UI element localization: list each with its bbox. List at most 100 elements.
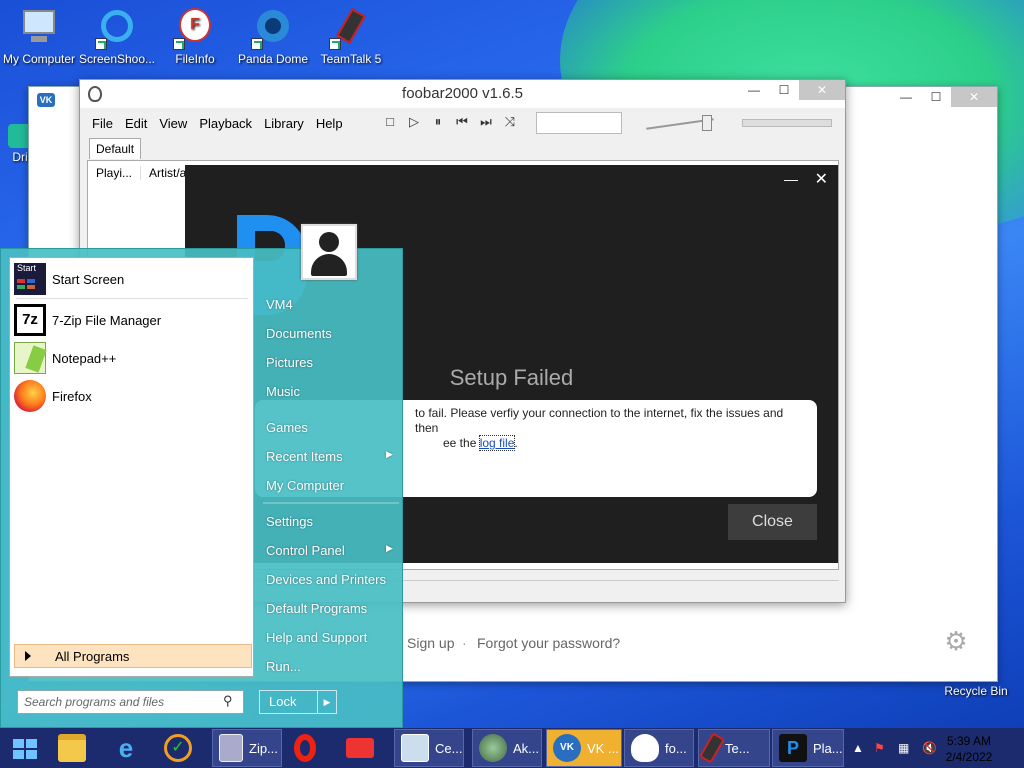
volume-thumb[interactable] — [702, 115, 712, 131]
search-input[interactable]: Search programs and files ⚲ — [17, 690, 244, 714]
taskbar-player[interactable]: P Pla... — [772, 729, 844, 767]
menu-view[interactable]: View — [153, 116, 193, 131]
start-item-7zip[interactable]: 7z 7-Zip File Manager — [14, 303, 250, 337]
start-link-default-programs[interactable]: Default Programs — [266, 601, 367, 616]
separator-dot: · — [462, 635, 467, 651]
user-avatar[interactable] — [301, 224, 357, 280]
random-icon[interactable]: ⤨ — [500, 112, 520, 132]
start-item-label: 7-Zip File Manager — [52, 312, 162, 328]
taskbar-teamtalk[interactable]: Te... — [698, 729, 770, 767]
walkie-talkie-icon — [329, 6, 373, 50]
desktop-icon-teamtalk[interactable]: TeamTalk 5 — [312, 0, 390, 66]
start-link-control-panel[interactable]: Control Panel ▶ — [266, 543, 396, 558]
taskbar: e ✓ Zip... Ce... Ak... VK VK ... fo... T… — [0, 728, 1024, 768]
taskbar-ie[interactable]: e — [106, 729, 156, 767]
start-item-firefox[interactable]: Firefox — [14, 379, 250, 413]
gear-icon[interactable]: ⚙ — [942, 627, 970, 655]
desktop-icon-my-computer[interactable]: My Computer — [0, 0, 78, 66]
player-logo-icon: P — [779, 734, 807, 762]
start-item-label: Start Screen — [52, 271, 125, 287]
taskbar-explorer[interactable] — [52, 729, 102, 767]
start-item-label: Firefox — [52, 388, 92, 404]
seekbar[interactable] — [742, 119, 832, 127]
play-icon[interactable]: ▷ — [404, 112, 424, 132]
clock[interactable]: 5:39 AM 2/4/2022 — [934, 733, 1004, 765]
ie-icon: e — [118, 733, 134, 763]
taskbar-mail[interactable] — [340, 729, 390, 767]
start-link-music[interactable]: Music — [266, 384, 300, 399]
chevron-right-icon: ▶ — [386, 543, 393, 553]
maximize-button[interactable]: ☐ — [769, 80, 799, 100]
certificate-icon — [401, 734, 429, 762]
notepadpp-icon — [14, 342, 47, 374]
forgot-password-link[interactable]: Forgot your password? — [477, 635, 620, 651]
start-item-start-screen[interactable]: Start Start Screen — [14, 262, 250, 296]
taskbar-foobar[interactable]: fo... — [624, 729, 694, 767]
start-link-settings[interactable]: Settings — [266, 514, 313, 529]
triangle-right-icon — [25, 651, 31, 661]
all-programs-button[interactable]: All Programs — [14, 644, 252, 668]
start-item-notepadpp[interactable]: Notepad++ — [14, 341, 250, 375]
taskbar-certificate[interactable]: Ce... — [394, 729, 464, 767]
minimize-button[interactable]: — — [739, 80, 769, 100]
start-link-recent-items[interactable]: Recent Items ▶ — [266, 449, 396, 464]
taskbar-opera[interactable] — [288, 729, 338, 767]
start-link-devices-printers[interactable]: Devices and Printers — [266, 572, 386, 587]
maximize-button[interactable]: ☐ — [921, 87, 951, 107]
taskbar-checker[interactable]: ✓ — [158, 729, 208, 767]
close-icon[interactable]: ✕ — [815, 169, 828, 189]
lock-button[interactable]: Lock ▶ — [259, 690, 337, 714]
volume-slider[interactable] — [646, 114, 716, 132]
desktop-icon-screenshooter[interactable]: ScreenShoo... — [78, 0, 156, 66]
minimize-button[interactable]: — — [891, 87, 921, 107]
start-link-help-support[interactable]: Help and Support — [266, 630, 367, 645]
desktop-icon-fileinfo[interactable]: F FileInfo — [156, 0, 234, 66]
message-line-2: ee the — [443, 436, 480, 450]
seek-field[interactable] — [536, 112, 622, 134]
network-icon[interactable]: ▦ — [898, 741, 909, 755]
minimize-button[interactable]: — — [784, 171, 798, 187]
menu-library[interactable]: Library — [258, 116, 310, 131]
mail-icon — [346, 738, 374, 758]
close-button[interactable]: ✕ — [799, 80, 845, 100]
clock-time: 5:39 AM — [946, 734, 992, 748]
fileinfo-icon: F — [173, 6, 217, 50]
close-button[interactable]: Close — [728, 504, 817, 540]
opera-icon — [294, 734, 316, 762]
desktop-icon-panda-dome[interactable]: Panda Dome — [234, 0, 312, 66]
column-playing[interactable]: Playi... — [88, 166, 142, 180]
zip-icon — [219, 734, 243, 762]
signup-link[interactable]: Sign up — [407, 635, 454, 651]
start-button[interactable] — [0, 728, 50, 768]
menu-playback[interactable]: Playback — [193, 116, 258, 131]
taskbar-zip[interactable]: Zip... — [212, 729, 282, 767]
firefox-icon — [14, 380, 46, 412]
start-link-games[interactable]: Games — [266, 420, 308, 435]
vk-logo-icon: VK — [37, 93, 55, 107]
start-link-vm4[interactable]: VM4 — [266, 297, 293, 312]
log-file-link[interactable]: log file — [478, 435, 516, 451]
search-icon[interactable]: ⚲ — [223, 694, 237, 708]
start-link-run[interactable]: Run... — [266, 659, 301, 674]
close-button[interactable]: ✕ — [951, 87, 997, 107]
foobar-alien-icon — [88, 86, 102, 102]
next-icon[interactable]: ⏭ — [476, 112, 496, 132]
taskbar-ak[interactable]: Ak... — [472, 729, 542, 767]
flag-icon[interactable]: ⚑ — [874, 741, 885, 755]
taskbar-vk[interactable]: VK VK ... — [546, 729, 622, 767]
chevron-right-icon[interactable]: ▶ — [318, 697, 336, 708]
stop-icon[interactable]: □ — [380, 112, 400, 132]
menu-help[interactable]: Help — [310, 116, 349, 131]
pause-icon[interactable]: ⏸ — [428, 112, 448, 132]
previous-icon[interactable]: ⏮ — [452, 112, 472, 132]
menu-edit[interactable]: Edit — [119, 116, 153, 131]
chevron-up-icon[interactable]: ▲ — [852, 741, 864, 755]
start-link-documents[interactable]: Documents — [266, 326, 332, 341]
start-link-my-computer[interactable]: My Computer — [266, 478, 344, 493]
chevron-right-icon: ▶ — [386, 449, 393, 459]
tab-default[interactable]: Default — [89, 138, 142, 159]
start-link-pictures[interactable]: Pictures — [266, 355, 313, 370]
monitor-icon — [17, 6, 61, 50]
7zip-icon: 7z — [14, 304, 46, 336]
menu-file[interactable]: File — [86, 116, 119, 131]
